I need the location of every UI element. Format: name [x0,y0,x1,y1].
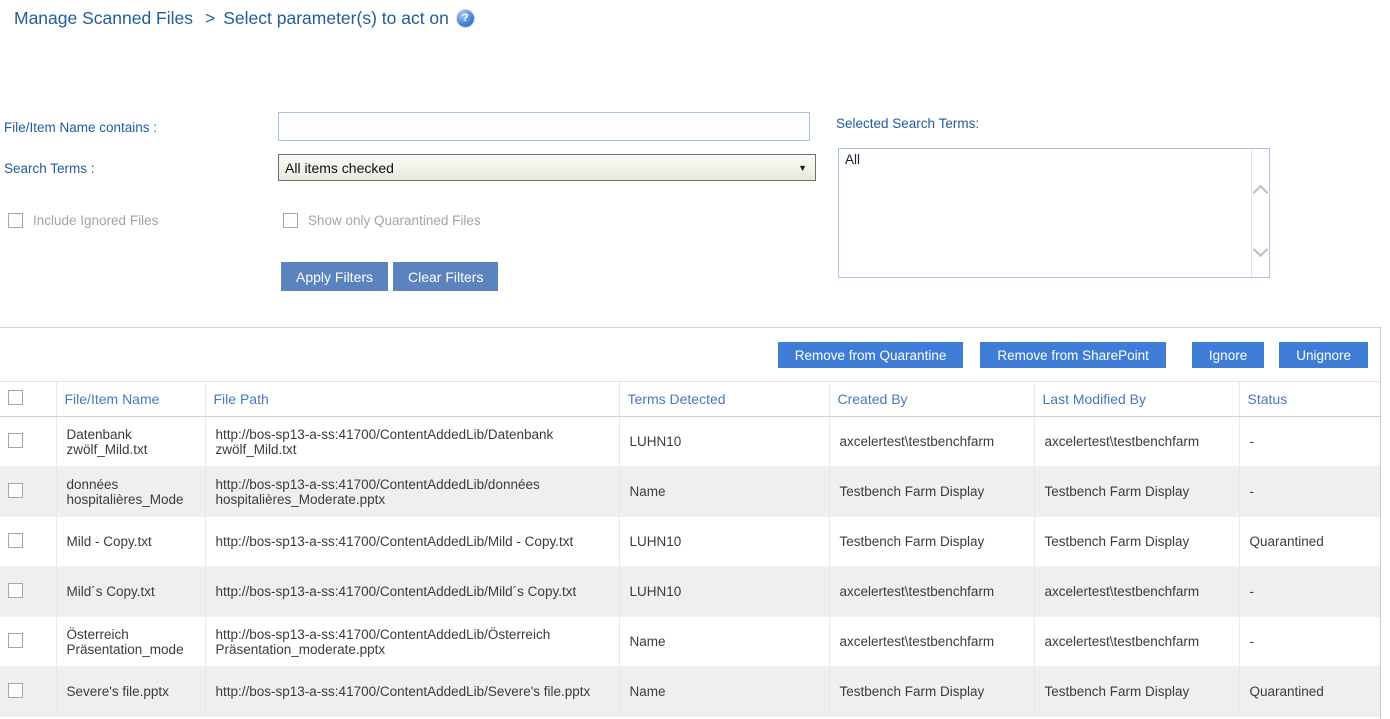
selected-search-terms-box[interactable]: All [838,148,1270,278]
row-checkbox-cell [0,417,56,467]
breadcrumb-separator: > [205,8,215,29]
cell-terms-detected: LUHN10 [619,417,829,467]
show-quarantined-label: Show only Quarantined Files [308,213,481,228]
cell-file-item-name: Österreich Präsentation_mode [56,617,205,667]
remove-from-quarantine-button[interactable]: Remove from Quarantine [778,342,964,368]
table-row: données hospitalières_Modehttp://bos-sp1… [0,467,1380,517]
cell-file-path: http://bos-sp13-a-ss:41700/ContentAddedL… [205,667,619,717]
results-section: Remove from Quarantine Remove from Share… [0,327,1381,719]
cell-status: - [1239,417,1380,467]
cell-file-path: http://bos-sp13-a-ss:41700/ContentAddedL… [205,417,619,467]
show-quarantined-checkbox[interactable] [283,213,298,228]
scroll-down-icon[interactable] [1253,242,1269,258]
cell-created-by: axcelertest\testbenchfarm [829,417,1034,467]
table-row: Severe's file.pptxhttp://bos-sp13-a-ss:4… [0,667,1380,717]
table-row: Datenbank zwölf_Mild.txthttp://bos-sp13-… [0,417,1380,467]
breadcrumb-manage-scanned-files[interactable]: Manage Scanned Files [14,8,193,29]
remove-from-sharepoint-button[interactable]: Remove from SharePoint [980,342,1166,368]
cell-terms-detected: Name [619,617,829,667]
cell-file-item-name: Mild´s Copy.txt [56,567,205,617]
row-checkbox-cell [0,667,56,717]
file-item-name-label: File/Item Name contains : [4,120,157,135]
cell-file-item-name: Severe's file.pptx [56,667,205,717]
cell-terms-detected: Name [619,667,829,717]
row-checkbox-cell [0,467,56,517]
cell-file-item-name: Mild - Copy.txt [56,517,205,567]
search-terms-dropdown-value: All items checked [285,160,394,176]
manage-scanned-files-page: Manage Scanned Files > Select parameter(… [0,0,1390,719]
cell-file-path: http://bos-sp13-a-ss:41700/ContentAddedL… [205,517,619,567]
row-checkbox[interactable] [8,483,23,498]
breadcrumb: Manage Scanned Files > Select parameter(… [14,8,474,29]
table-row: Mild´s Copy.txthttp://bos-sp13-a-ss:4170… [0,567,1380,617]
cell-created-by: Testbench Farm Display [829,467,1034,517]
cell-created-by: Testbench Farm Display [829,667,1034,717]
cell-status: Quarantined [1239,667,1380,717]
terms-scrollbar[interactable] [1251,149,1269,277]
table-row: Mild - Copy.txthttp://bos-sp13-a-ss:4170… [0,517,1380,567]
search-terms-label: Search Terms : [4,161,95,176]
selected-search-terms-value: All [839,149,1251,277]
selected-search-terms-label: Selected Search Terms: [836,116,979,131]
help-icon[interactable]: ? [457,10,474,27]
cell-last-modified-by: Testbench Farm Display [1034,517,1239,567]
row-checkbox[interactable] [8,683,23,698]
table-header-row: File/Item Name File Path Terms Detected … [0,382,1380,417]
column-header-created-by: Created By [829,382,1034,417]
chevron-down-icon: ▼ [798,163,809,173]
cell-created-by: axcelertest\testbenchfarm [829,567,1034,617]
cell-last-modified-by: axcelertest\testbenchfarm [1034,617,1239,667]
row-checkbox[interactable] [8,533,23,548]
cell-last-modified-by: Testbench Farm Display [1034,667,1239,717]
action-button-bar: Remove from Quarantine Remove from Share… [0,328,1380,381]
apply-filters-button[interactable]: Apply Filters [281,262,388,291]
table-row: Österreich Präsentation_modehttp://bos-s… [0,617,1380,667]
cell-last-modified-by: Testbench Farm Display [1034,467,1239,517]
file-item-name-input[interactable] [278,112,810,141]
cell-created-by: axcelertest\testbenchfarm [829,617,1034,667]
cell-terms-detected: LUHN10 [619,567,829,617]
select-all-cell [0,382,56,417]
include-ignored-label: Include Ignored Files [33,213,158,228]
scanned-files-table: File/Item Name File Path Terms Detected … [0,381,1380,717]
row-checkbox[interactable] [8,433,23,448]
cell-status: Quarantined [1239,517,1380,567]
cell-file-path: http://bos-sp13-a-ss:41700/ContentAddedL… [205,617,619,667]
cell-status: - [1239,617,1380,667]
row-checkbox-cell [0,517,56,567]
row-checkbox-cell [0,617,56,667]
cell-file-path: http://bos-sp13-a-ss:41700/ContentAddedL… [205,567,619,617]
cell-terms-detected: Name [619,467,829,517]
column-header-status: Status [1239,382,1380,417]
cell-last-modified-by: axcelertest\testbenchfarm [1034,417,1239,467]
row-checkbox[interactable] [8,583,23,598]
search-terms-dropdown[interactable]: All items checked ▼ [278,154,816,181]
unignore-button[interactable]: Unignore [1279,342,1368,368]
select-all-checkbox[interactable] [8,390,23,405]
cell-file-item-name: données hospitalières_Mode [56,467,205,517]
row-checkbox[interactable] [8,633,23,648]
cell-file-item-name: Datenbank zwölf_Mild.txt [56,417,205,467]
cell-terms-detected: LUHN10 [619,517,829,567]
ignore-button[interactable]: Ignore [1192,342,1264,368]
cell-last-modified-by: axcelertest\testbenchfarm [1034,567,1239,617]
scroll-up-icon[interactable] [1253,185,1269,201]
column-header-file-path: File Path [205,382,619,417]
cell-status: - [1239,467,1380,517]
row-checkbox-cell [0,567,56,617]
cell-status: - [1239,567,1380,617]
column-header-last-modified-by: Last Modified By [1034,382,1239,417]
column-header-file-item-name: File/Item Name [56,382,205,417]
page-title: Select parameter(s) to act on [223,8,449,29]
clear-filters-button[interactable]: Clear Filters [393,262,498,291]
cell-created-by: Testbench Farm Display [829,517,1034,567]
column-header-terms-detected: Terms Detected [619,382,829,417]
include-ignored-checkbox[interactable] [8,213,23,228]
cell-file-path: http://bos-sp13-a-ss:41700/ContentAddedL… [205,467,619,517]
